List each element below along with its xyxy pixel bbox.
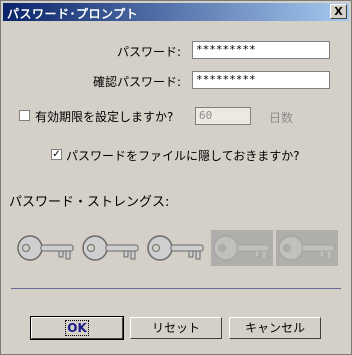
- password-label: パスワード:: [116, 45, 181, 59]
- expiry-label: 有効期限を設定しますか?: [35, 110, 174, 124]
- key-icon: [15, 230, 77, 266]
- strength-label: パスワード・ストレングス:: [9, 195, 170, 210]
- cancel-button[interactable]: キャンセル: [229, 317, 321, 339]
- window-title: パスワード･プロンプト: [7, 7, 139, 21]
- ok-button-label: OK: [65, 320, 89, 336]
- close-button[interactable]: X: [330, 4, 347, 19]
- key-icon: [276, 230, 338, 266]
- hide-in-file-checkbox[interactable]: [51, 149, 62, 160]
- key-icon: [80, 230, 142, 266]
- key-icon: [145, 230, 207, 266]
- days-unit-label: 日数: [269, 111, 294, 125]
- expiry-checkbox[interactable]: [19, 110, 30, 121]
- ok-button[interactable]: OK: [30, 316, 124, 340]
- reset-button[interactable]: リセット: [130, 317, 222, 339]
- title-bar: パスワード･プロンプト X: [3, 3, 349, 21]
- key-icon: [211, 230, 273, 266]
- separator: [11, 288, 341, 289]
- confirm-password-field[interactable]: *********: [192, 71, 330, 89]
- expiry-days-field[interactable]: 60: [195, 107, 251, 125]
- confirm-password-label: 確認パスワード:: [92, 75, 181, 89]
- password-prompt-dialog: パスワード･プロンプト X パスワード: ********* 確認パスワード: …: [0, 0, 352, 355]
- password-field[interactable]: *********: [192, 41, 330, 59]
- hide-in-file-label: パスワードをファイルに隠しておきますか?: [66, 149, 300, 163]
